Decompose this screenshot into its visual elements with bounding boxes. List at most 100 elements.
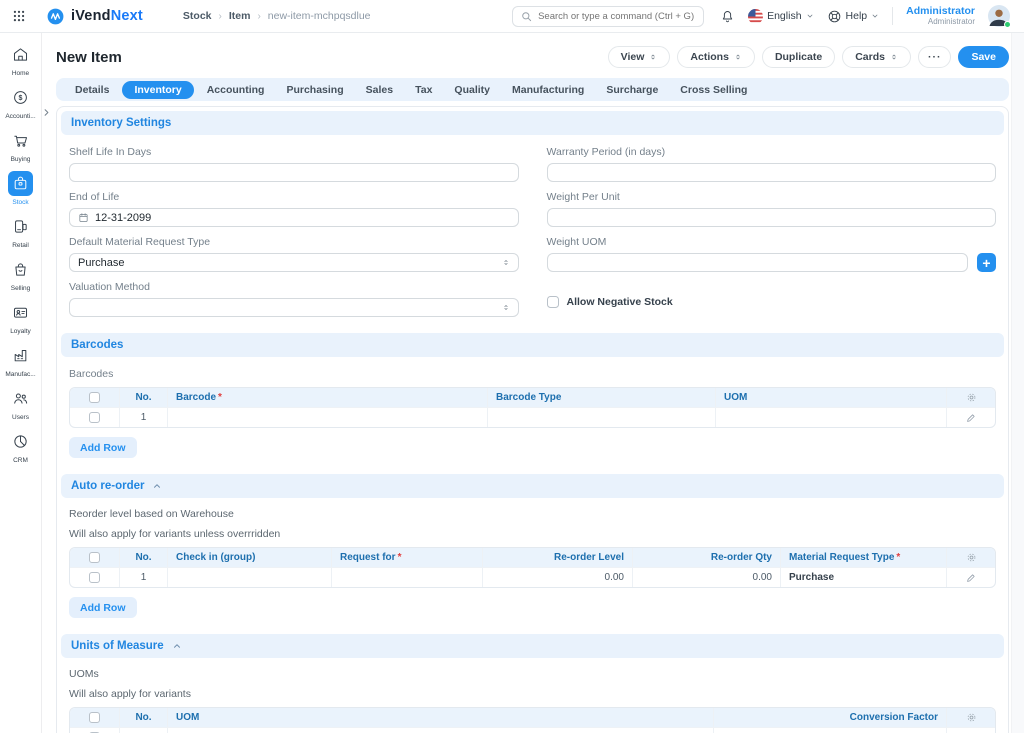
- col-no: No.: [120, 708, 168, 727]
- col-conversion-factor: Conversion Factor: [714, 708, 947, 727]
- shopping-bag-icon: [8, 257, 33, 282]
- sidebar-item-stock[interactable]: Stock: [0, 171, 41, 206]
- save-button[interactable]: Save: [958, 46, 1009, 68]
- shelf-life-input[interactable]: [69, 163, 519, 182]
- material-request-type-select[interactable]: Purchase: [69, 253, 519, 272]
- chevrons-updown-icon: [734, 52, 742, 62]
- weight-uom-input[interactable]: [547, 253, 969, 272]
- barcodes-add-row-button[interactable]: Add Row: [69, 437, 137, 458]
- material-request-type-cell[interactable]: Purchase: [781, 567, 947, 587]
- shelf-life-label: Shelf Life In Days: [69, 146, 519, 158]
- barcode-cell[interactable]: [168, 407, 488, 427]
- uom-cell[interactable]: [168, 727, 714, 733]
- breadcrumb-stock[interactable]: Stock: [183, 10, 212, 22]
- sidebar-item-selling[interactable]: Selling: [0, 257, 41, 292]
- tab-quality[interactable]: Quality: [445, 81, 499, 99]
- page-header: New Item View Actions Duplicate Cards: [56, 33, 1009, 78]
- collapse-section-icon[interactable]: [152, 481, 162, 491]
- row-index: 1: [120, 567, 168, 587]
- tab-details[interactable]: Details: [66, 81, 118, 99]
- valuation-method-label: Valuation Method: [69, 281, 519, 293]
- sidebar-item-buying[interactable]: Buying: [0, 128, 41, 163]
- breadcrumb-separator: ›: [257, 11, 260, 22]
- sidebar-item-manufacturing[interactable]: Manufac...: [0, 343, 41, 378]
- breadcrumb-item[interactable]: Item: [229, 10, 251, 22]
- tab-sales[interactable]: Sales: [357, 81, 402, 99]
- tab-inventory[interactable]: Inventory: [122, 81, 193, 99]
- collapse-section-icon[interactable]: [172, 641, 182, 651]
- expand-sidebar-icon[interactable]: [41, 107, 52, 118]
- barcode-type-cell[interactable]: [488, 407, 716, 427]
- allow-negative-stock-checkbox[interactable]: Allow Negative Stock: [547, 296, 997, 308]
- reorder-desc-1: Reorder level based on Warehouse: [69, 508, 996, 520]
- grid-settings-gear-icon[interactable]: [966, 552, 977, 563]
- weight-per-unit-input[interactable]: [547, 208, 997, 227]
- chevrons-updown-icon: [502, 302, 510, 313]
- edit-row-pencil-icon[interactable]: [966, 413, 976, 423]
- notifications-bell-icon[interactable]: [720, 9, 735, 24]
- add-weight-uom-button[interactable]: +: [977, 253, 996, 272]
- barcodes-row-1: 1: [70, 407, 995, 427]
- select-all-checkbox[interactable]: [89, 392, 100, 403]
- col-reorder-level: Re-order Level: [483, 548, 633, 567]
- topbar: iVendNext Stock › Item › new-item-mchpqs…: [0, 0, 1024, 33]
- breadcrumb: Stock › Item › new-item-mchpqsdlue: [183, 10, 371, 22]
- sidebar-item-retail[interactable]: Retail: [0, 214, 41, 249]
- user-avatar[interactable]: [988, 5, 1010, 27]
- reorder-level-cell[interactable]: 0.00: [483, 567, 633, 587]
- calendar-icon: [78, 212, 89, 223]
- request-for-cell[interactable]: [332, 567, 483, 587]
- actions-button[interactable]: Actions: [677, 46, 755, 68]
- duplicate-button[interactable]: Duplicate: [762, 46, 835, 68]
- tab-surcharge[interactable]: Surcharge: [597, 81, 667, 99]
- view-button[interactable]: View: [608, 46, 671, 68]
- sidebar-item-home[interactable]: Home: [0, 42, 41, 77]
- tab-manufacturing[interactable]: Manufacturing: [503, 81, 593, 99]
- edit-row-pencil-icon[interactable]: [966, 573, 976, 583]
- row-checkbox[interactable]: [89, 572, 100, 583]
- cart-icon: [8, 128, 33, 153]
- conversion-factor-cell[interactable]: 0.00: [714, 727, 947, 733]
- app-logo[interactable]: iVendNext: [46, 7, 143, 26]
- apps-grid-icon[interactable]: [12, 9, 26, 23]
- warranty-period-input[interactable]: [547, 163, 997, 182]
- uom-cell[interactable]: [716, 407, 947, 427]
- user-menu[interactable]: Administrator Administrator: [906, 5, 975, 26]
- barcodes-table: No. Barcode* Barcode Type UOM 1: [69, 387, 996, 428]
- language-selector[interactable]: English: [748, 9, 813, 24]
- sidebar-item-loyalty[interactable]: Loyalty: [0, 300, 41, 335]
- cards-button[interactable]: Cards: [842, 46, 911, 68]
- logo-mark-icon: [46, 7, 65, 26]
- breadcrumb-current: new-item-mchpqsdlue: [268, 10, 371, 22]
- row-checkbox[interactable]: [89, 412, 100, 423]
- main-content: New Item View Actions Duplicate Cards: [42, 33, 1024, 733]
- end-of-life-input[interactable]: 12-31-2099: [69, 208, 519, 227]
- scrollbar-track[interactable]: [1011, 33, 1024, 733]
- uoms-desc: Will also apply for variants: [69, 688, 996, 700]
- reorder-add-row-button[interactable]: Add Row: [69, 597, 137, 618]
- reorder-qty-cell[interactable]: 0.00: [633, 567, 781, 587]
- sidebar-item-accounting[interactable]: $ Accounti...: [0, 85, 41, 120]
- checkbox-icon: [547, 296, 559, 308]
- search-input[interactable]: [538, 11, 695, 22]
- col-material-request-type: Material Request Type*: [781, 548, 947, 567]
- help-menu[interactable]: Help: [827, 9, 880, 24]
- tab-tax[interactable]: Tax: [406, 81, 441, 99]
- sidebar-item-users[interactable]: Users: [0, 386, 41, 421]
- grid-settings-gear-icon[interactable]: [966, 712, 977, 723]
- grid-settings-gear-icon[interactable]: [966, 392, 977, 403]
- section-inventory-settings: Inventory Settings: [61, 111, 1004, 135]
- tab-cross-selling[interactable]: Cross Selling: [671, 81, 756, 99]
- tab-purchasing[interactable]: Purchasing: [277, 81, 352, 99]
- select-all-checkbox[interactable]: [89, 552, 100, 563]
- check-in-group-cell[interactable]: [168, 567, 332, 587]
- sidebar-item-crm[interactable]: CRM: [0, 429, 41, 464]
- pie-chart-icon: [8, 429, 33, 454]
- tab-accounting[interactable]: Accounting: [198, 81, 274, 99]
- global-search[interactable]: [512, 6, 704, 27]
- valuation-method-select[interactable]: [69, 298, 519, 317]
- more-menu-button[interactable]: ···: [918, 46, 952, 68]
- col-uom: UOM: [168, 708, 714, 727]
- uoms-row-1: 1 0.00: [70, 727, 995, 733]
- select-all-checkbox[interactable]: [89, 712, 100, 723]
